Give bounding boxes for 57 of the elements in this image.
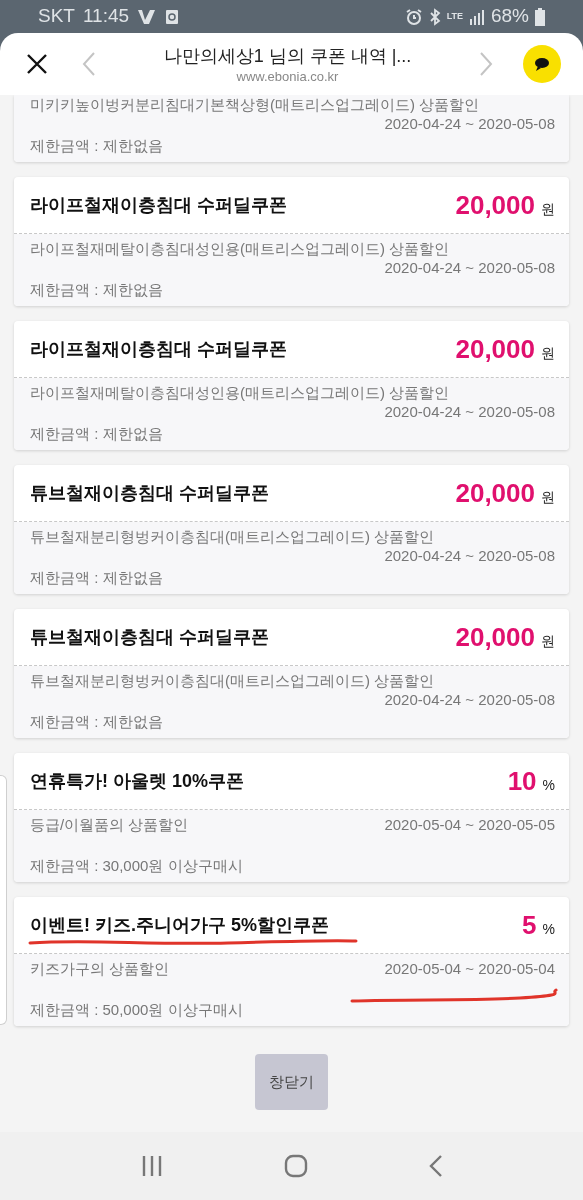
coupon-description: 미키키높이벙커분리침대기본책상형(매트리스업그레이드) 상품할인 — [30, 95, 480, 114]
coupon-period: 2020-04-24 ~ 2020-05-08 — [383, 546, 555, 565]
network-type-text: LTE — [446, 12, 463, 21]
coupon-period: 2020-05-04 ~ 2020-05-04 — [383, 959, 555, 979]
coupon-period: 2020-04-24 ~ 2020-05-08 — [383, 114, 555, 133]
coupon-limit: 제한금액 : 제한없음 — [30, 136, 163, 155]
coupon-description: 튜브철재분리형벙커이층침대(매트리스업그레이드) 상품할인 — [30, 671, 435, 690]
discount-unit: % — [542, 919, 555, 939]
coupon-limit: 제한금액 : 제한없음 — [30, 424, 163, 443]
discount-amount: 20,000 — [455, 188, 535, 222]
app-notification-icon — [165, 8, 180, 25]
coupon-title: 라이프철재이층침대 수퍼딜쿠폰 — [30, 193, 287, 217]
home-icon[interactable] — [283, 1154, 308, 1178]
back-icon[interactable] — [428, 1155, 443, 1177]
discount-amount: 10 — [507, 764, 537, 798]
discount-unit: 원 — [541, 199, 555, 219]
coupon-limit: 제한금액 : 제한없음 — [30, 568, 163, 587]
coupon-period: 2020-04-24 ~ 2020-05-08 — [383, 690, 555, 709]
coupon-title: 라이프철재이층침대 수퍼딜쿠폰 — [30, 337, 287, 361]
close-window-button[interactable]: 창닫기 — [255, 1054, 328, 1110]
url-text: www.ebonia.co.kr — [236, 67, 339, 85]
coupon-limit: 제한금액 : 50,000원 이상구매시 — [30, 1000, 243, 1019]
alarm-icon — [404, 7, 423, 26]
coupon-period: 2020-05-04 ~ 2020-05-05 — [383, 815, 555, 835]
edge-panel-handle[interactable] — [0, 775, 7, 1025]
battery-icon — [535, 7, 545, 26]
discount-amount: 20,000 — [455, 476, 535, 510]
discount-unit: 원 — [541, 487, 555, 507]
clock-text: 11:45 — [82, 4, 130, 29]
coupon-title: 이벤트! 키즈.주니어가구 5%할인쿠폰 — [30, 913, 329, 937]
signal-icon — [468, 8, 485, 25]
coupon-description: 등급/이월품의 상품할인 — [30, 815, 189, 835]
carrier-text: SKT — [38, 4, 75, 29]
coupon-title: 튜브철재이층침대 수퍼딜쿠폰 — [30, 625, 269, 649]
discount-amount: 5 — [522, 908, 537, 942]
coupon-limit: 제한금액 : 제한없음 — [30, 280, 163, 299]
battery-text: 68% — [490, 4, 529, 29]
discount-amount: 20,000 — [455, 332, 535, 366]
coupon-period: 2020-04-24 ~ 2020-05-08 — [383, 258, 555, 277]
coupon-description: 키즈가구의 상품할인 — [30, 959, 170, 979]
coupon-title: 연휴특가! 아울렛 10%쿠폰 — [30, 769, 245, 793]
coupon-description: 라이프철재메탈이층침대성인용(매트리스업그레이드) 상품할인 — [30, 239, 450, 258]
coupon-limit: 제한금액 : 제한없음 — [30, 712, 163, 731]
app-logo-icon — [137, 8, 158, 25]
chat-bubble-icon[interactable] — [523, 45, 561, 83]
coupon-period: 2020-04-24 ~ 2020-05-08 — [383, 402, 555, 421]
recent-apps-icon[interactable] — [140, 1155, 163, 1177]
bluetooth-icon — [428, 7, 441, 26]
coupon-title: 튜브철재이층침대 수퍼딜쿠폰 — [30, 481, 269, 505]
discount-unit: 원 — [541, 343, 555, 363]
page-title: 나만의세상1 님의 쿠폰 내역 |... — [163, 44, 412, 68]
discount-unit: % — [542, 775, 555, 795]
coupon-description: 라이프철재메탈이층침대성인용(매트리스업그레이드) 상품할인 — [30, 383, 450, 402]
discount-amount: 20,000 — [455, 620, 535, 654]
coupon-description: 튜브철재분리형벙커이층침대(매트리스업그레이드) 상품할인 — [30, 527, 435, 546]
coupon-limit: 제한금액 : 30,000원 이상구매시 — [30, 856, 243, 875]
discount-unit: 원 — [541, 631, 555, 651]
